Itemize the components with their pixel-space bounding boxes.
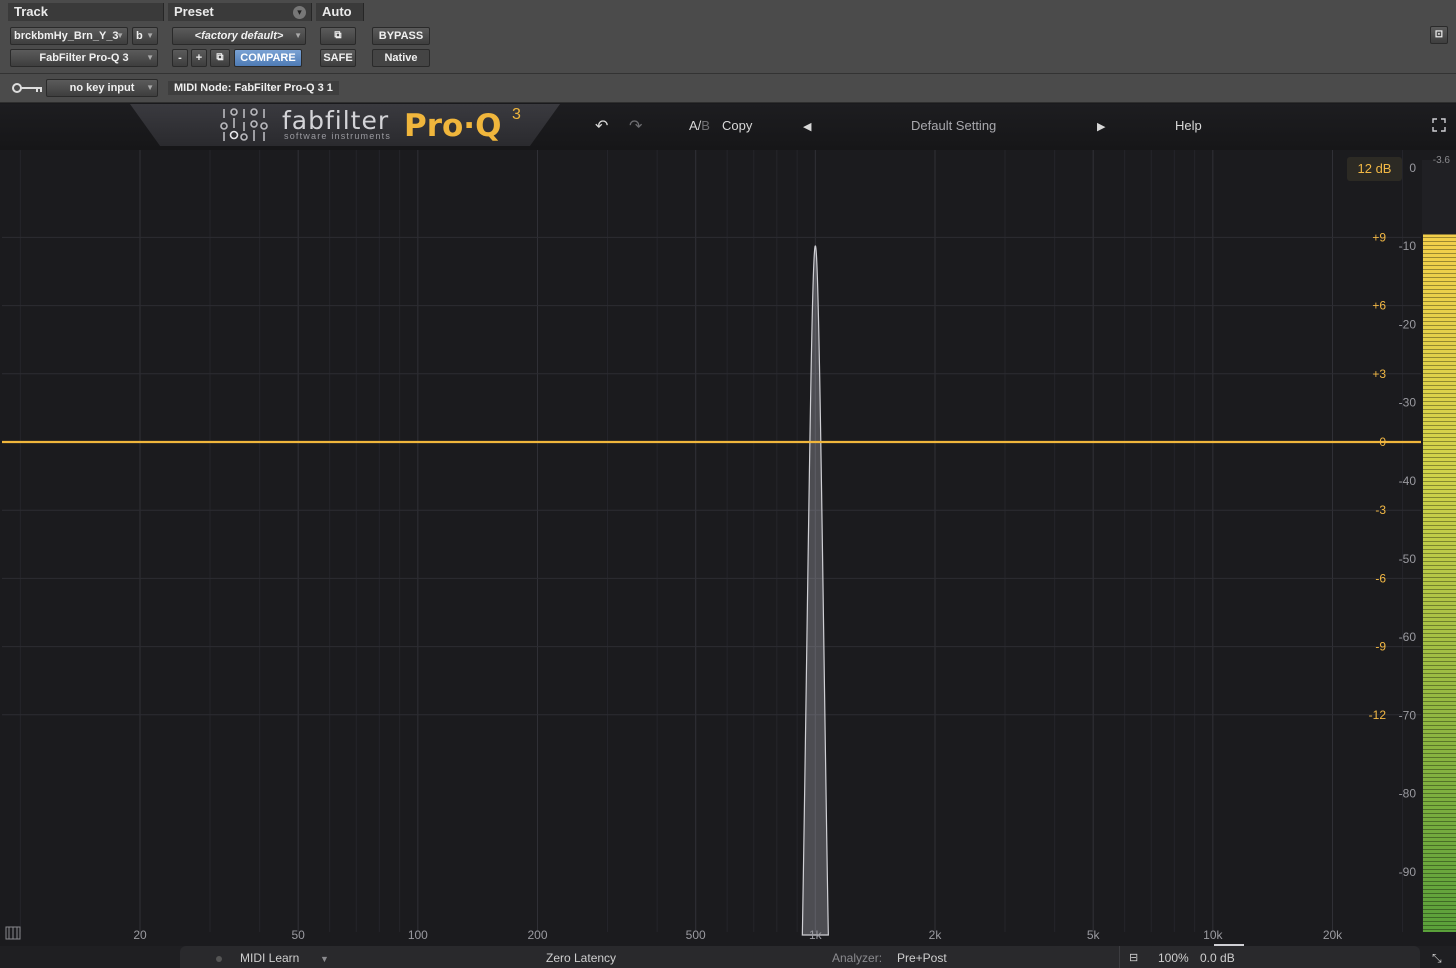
bypass-button[interactable]: BYPASS	[372, 27, 430, 45]
plugin-insert-select[interactable]: FabFilter Pro-Q 3 ▼	[10, 49, 158, 67]
midi-node-label: MIDI Node: FabFilter Pro-Q 3 1	[168, 81, 339, 95]
graph-background	[0, 150, 1456, 946]
window-toggle-icon[interactable]: ⊡	[1430, 26, 1448, 44]
preset-plus-button[interactable]: +	[191, 49, 207, 67]
ab-toggle[interactable]: A/B	[689, 118, 710, 133]
resize-icon[interactable]: ⤡	[1432, 951, 1442, 966]
meter-peak-label: -3.6	[1433, 155, 1451, 166]
product-version: 3	[512, 106, 521, 123]
auto-section-label: Auto	[316, 3, 364, 21]
dropdown-arrow-icon: ▼	[146, 53, 154, 62]
automation-icon[interactable]: ⧉	[320, 27, 356, 45]
dropdown-arrow-icon: ▼	[116, 31, 124, 40]
preset-select[interactable]: <factory default> ▼	[172, 27, 306, 45]
dropdown-arrow-icon: ▼	[146, 83, 154, 92]
preset-name: <factory default>	[194, 30, 284, 42]
key-input-label: no key input	[69, 82, 135, 94]
freq-label: 10k	[1203, 928, 1223, 942]
plugin-insert-name: FabFilter Pro-Q 3	[39, 52, 129, 64]
analyzer-scale-label: -10	[1399, 239, 1417, 253]
eq-scale-label: -3	[1375, 503, 1386, 517]
midi-learn-indicator-icon	[216, 956, 222, 962]
track-name-select[interactable]: brckbmHy_Brn_Y_3 ▼	[10, 27, 128, 45]
freq-label: 200	[527, 928, 547, 942]
preset-copy-icon[interactable]: ⧉	[210, 49, 230, 67]
analyzer-scale-label: 0	[1409, 161, 1416, 175]
dropdown-arrow-icon: ▼	[146, 31, 154, 40]
freq-label: 500	[686, 928, 706, 942]
help-button[interactable]: Help	[1175, 118, 1202, 133]
compare-button[interactable]: COMPARE	[234, 49, 302, 67]
eq-scale-label: +6	[1372, 299, 1386, 313]
zoom-level[interactable]: 100%	[1158, 951, 1189, 965]
freq-label: 20	[133, 928, 147, 942]
preset-minus-button[interactable]: -	[172, 49, 188, 67]
freq-label: 20k	[1323, 928, 1343, 942]
freq-label: 5k	[1087, 928, 1101, 942]
eq-scale-label: +3	[1372, 367, 1386, 381]
latency-mode-button[interactable]: Zero Latency	[546, 951, 616, 965]
fabfilter-logo-icon	[220, 106, 270, 144]
output-gain[interactable]: 0.0 dB	[1200, 951, 1235, 965]
copy-button[interactable]: Copy	[722, 118, 752, 133]
analyzer-mode-button[interactable]: Pre+Post	[897, 951, 947, 965]
analyzer-scale-label: -40	[1399, 474, 1417, 488]
eq-display[interactable]: 20 50 100 200 500 1k 2k 5k 10k 20k +9 +6 +3 0 -3 -6 -9 -1…	[0, 150, 1456, 946]
ab-b-label: B	[701, 118, 710, 133]
midi-icon[interactable]: ⊟	[1129, 951, 1138, 964]
output-meter-fill	[1423, 234, 1456, 933]
host-divider	[0, 73, 1456, 74]
eq-scale-label: +9	[1372, 230, 1386, 244]
eq-scale-label: -9	[1375, 640, 1386, 654]
freq-label: 50	[292, 928, 306, 942]
analyzer-scale-label: -80	[1399, 787, 1417, 801]
safe-button[interactable]: SAFE	[320, 49, 356, 67]
ab-a-label: A/	[689, 118, 702, 133]
native-button[interactable]: Native	[372, 49, 430, 67]
bottom-divider	[1119, 946, 1120, 968]
track-channel: b	[136, 30, 143, 42]
host-plugin-header: Track Preset ▾ Auto brckbmHy_Brn_Y_3 ▼ b ▼…	[0, 0, 1456, 103]
analyzer-scale-label: -20	[1399, 317, 1417, 331]
freq-label: 2k	[929, 928, 943, 942]
preset-menu-icon[interactable]: ▾	[293, 6, 306, 19]
key-input-select[interactable]: no key input ▼	[46, 79, 158, 97]
track-channel-select[interactable]: b ▼	[132, 27, 158, 45]
analyzer-scale-label: -50	[1399, 552, 1417, 566]
analyzer-label: Analyzer:	[832, 951, 883, 965]
display-range-button[interactable]: 12 dB	[1347, 157, 1402, 181]
analyzer-scale-label: -90	[1399, 865, 1417, 879]
output-gain-slider[interactable]	[1214, 944, 1244, 946]
analyzer-scale-label: -60	[1399, 630, 1417, 644]
previous-preset-icon[interactable]: ◀	[803, 120, 811, 133]
fullscreen-icon[interactable]	[1432, 118, 1446, 132]
analyzer-scale-label: -70	[1399, 708, 1417, 722]
logo-subtext: software instruments	[284, 131, 392, 141]
dropdown-arrow-icon: ▼	[294, 31, 302, 40]
eq-scale-label: -12	[1369, 708, 1387, 722]
key-icon	[12, 81, 44, 95]
analyzer-scale-label: -30	[1399, 396, 1417, 410]
eq-scale-label: 0	[1379, 435, 1386, 449]
product-name: Pro·Q	[404, 108, 502, 144]
redo-icon[interactable]: ↷	[629, 116, 642, 136]
preset-section-label: Preset	[168, 3, 312, 21]
midi-learn-button[interactable]: MIDI Learn	[240, 951, 299, 965]
undo-icon[interactable]: ↶	[595, 116, 608, 136]
eq-graph-canvas[interactable]: 20 50 100 200 500 1k 2k 5k 10k 20k +9 +6 +3 0 -3 -6 -9 -1…	[0, 150, 1456, 946]
preset-browser[interactable]: Default Setting	[911, 118, 996, 133]
next-preset-icon[interactable]: ▶	[1097, 120, 1105, 133]
freq-label: 100	[408, 928, 428, 942]
track-section-label: Track	[8, 3, 164, 21]
track-name: brckbmHy_Brn_Y_3	[14, 30, 119, 42]
eq-scale-label: -6	[1375, 571, 1386, 585]
midi-learn-dropdown-icon[interactable]: ▼	[320, 954, 329, 964]
freq-label: 1k	[809, 928, 823, 942]
